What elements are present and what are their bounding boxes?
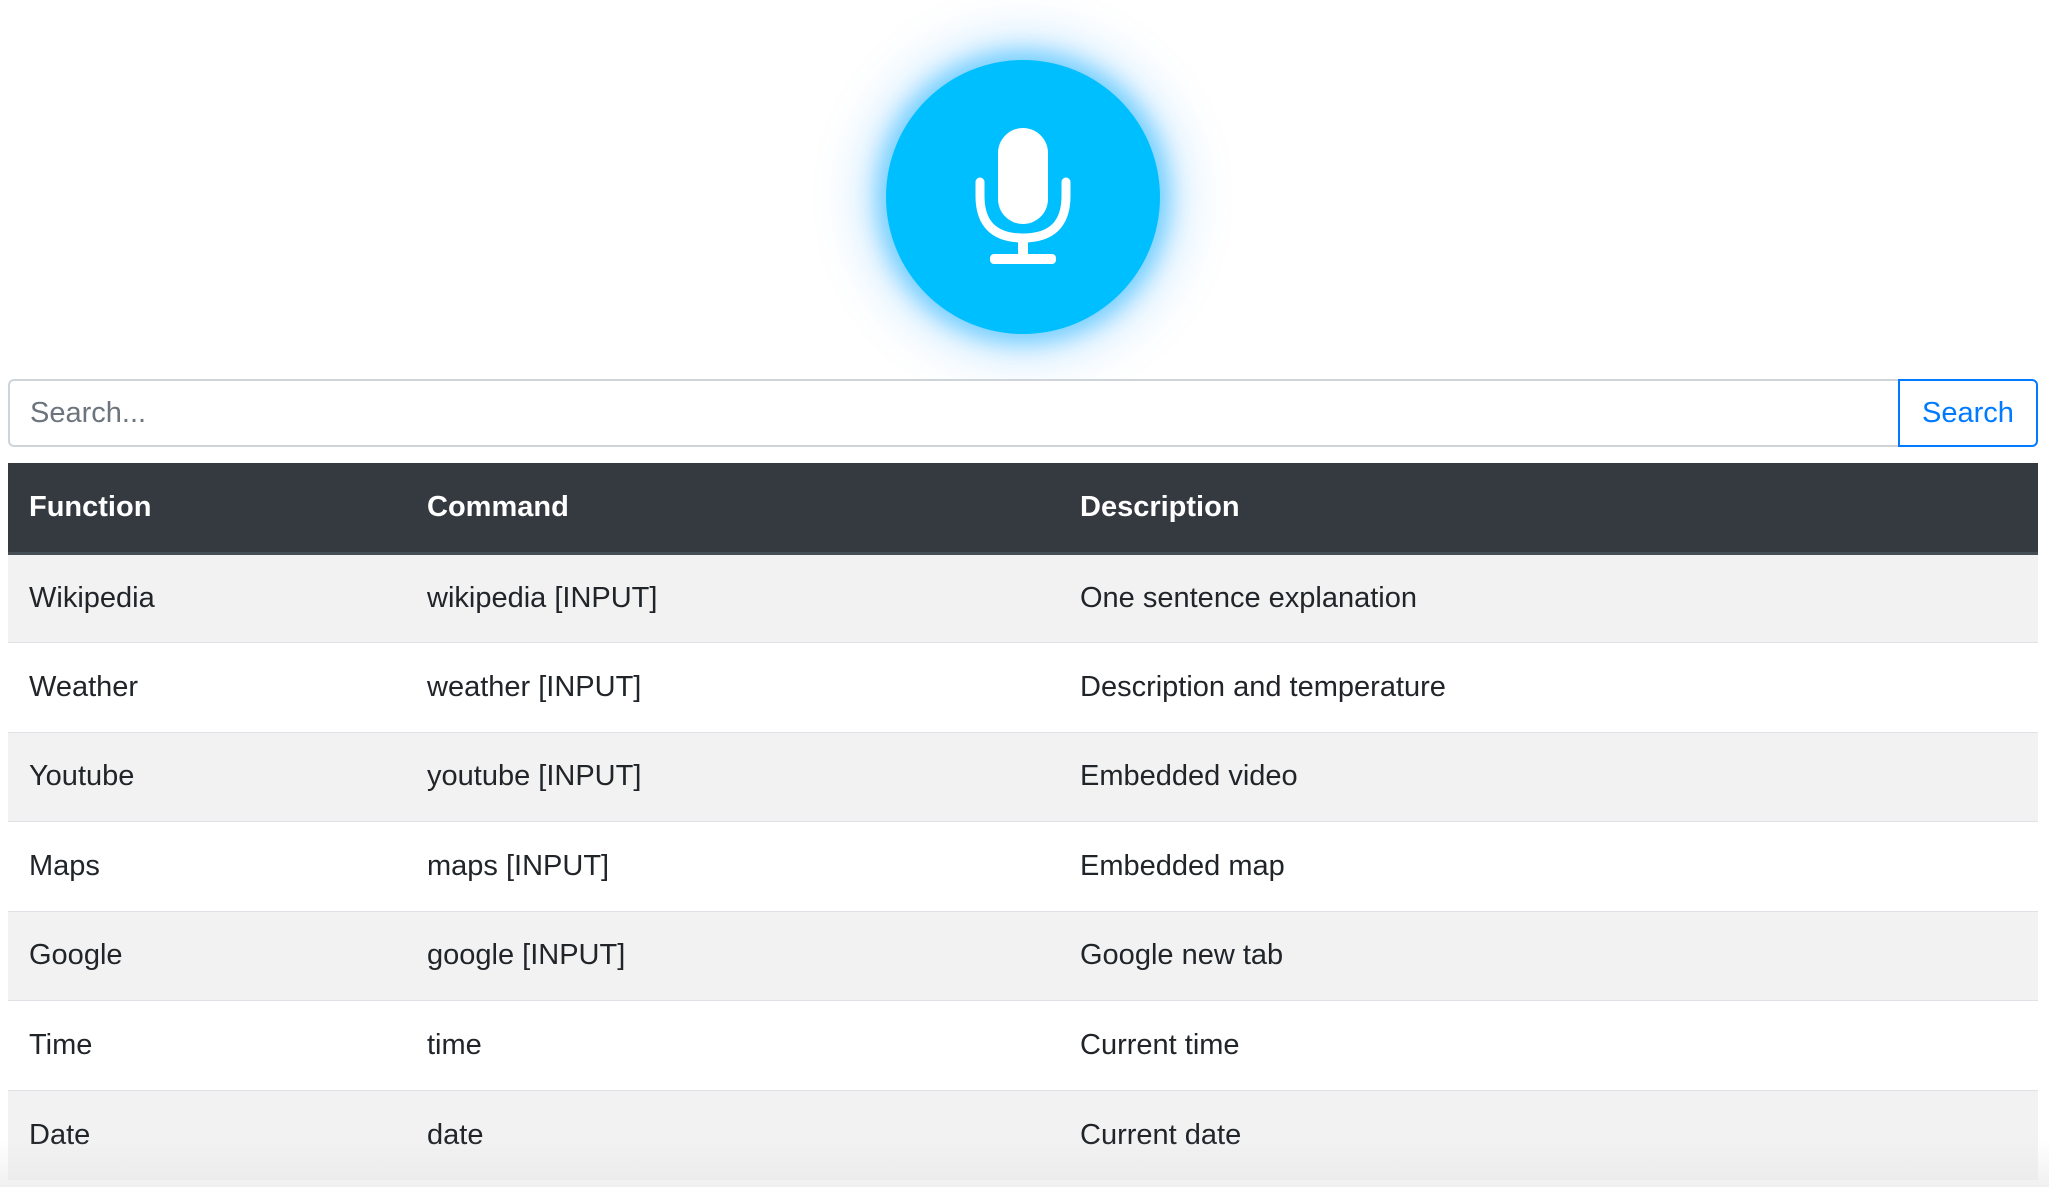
mic-container (886, 60, 1160, 334)
cell-description: One sentence explanation (1059, 552, 2038, 643)
cell-function: Time (8, 1000, 406, 1090)
cell-description: Current time (1059, 1000, 2038, 1090)
cell-command: youtube [INPUT] (406, 731, 1059, 822)
table-row: Wikipedia wikipedia [INPUT] One sentence… (8, 552, 2038, 643)
cell-function: Google (8, 910, 406, 1001)
cell-function: Youtube (8, 731, 406, 822)
cell-description: Embedded map (1059, 821, 2038, 911)
table-header-row: Function Command Description (8, 463, 2038, 555)
voice-assistant-page: Search Function Command Description Wiki… (0, 0, 2049, 1187)
cell-function: Weather (8, 642, 406, 732)
column-header-description: Description (1059, 463, 2038, 555)
cell-description: Current date (1059, 1089, 2038, 1180)
cell-function: Wikipedia (8, 552, 406, 643)
cell-command: google [INPUT] (406, 910, 1059, 1001)
table-row: Time time Current time (8, 1000, 2038, 1090)
search-button[interactable]: Search (1898, 379, 2038, 447)
microphone-icon (975, 128, 1071, 264)
search-input[interactable] (8, 379, 1898, 447)
table-row: Maps maps [INPUT] Embedded map (8, 821, 2038, 911)
cell-description: Google new tab (1059, 910, 2038, 1001)
column-header-command: Command (406, 463, 1059, 555)
cell-description: Description and temperature (1059, 642, 2038, 732)
cell-function: Maps (8, 821, 406, 911)
table-header: Function Command Description (8, 463, 2038, 555)
cell-command: weather [INPUT] (406, 642, 1059, 732)
table-row: Date date Current date (8, 1089, 2038, 1180)
cell-description: Embedded video (1059, 731, 2038, 822)
commands-table: Function Command Description Wikipedia w… (8, 463, 2038, 1180)
cell-function: Date (8, 1089, 406, 1180)
cell-command: wikipedia [INPUT] (406, 552, 1059, 643)
search-bar: Search (8, 379, 2038, 447)
cell-command: time (406, 1000, 1059, 1090)
table-row: Weather weather [INPUT] Description and … (8, 642, 2038, 732)
cell-command: maps [INPUT] (406, 821, 1059, 911)
cell-command: date (406, 1089, 1059, 1180)
mic-button[interactable] (886, 60, 1160, 334)
table-row: Google google [INPUT] Google new tab (8, 910, 2038, 1001)
table-body: Wikipedia wikipedia [INPUT] One sentence… (8, 552, 2038, 1180)
column-header-function: Function (8, 463, 406, 555)
table-row: Youtube youtube [INPUT] Embedded video (8, 731, 2038, 822)
